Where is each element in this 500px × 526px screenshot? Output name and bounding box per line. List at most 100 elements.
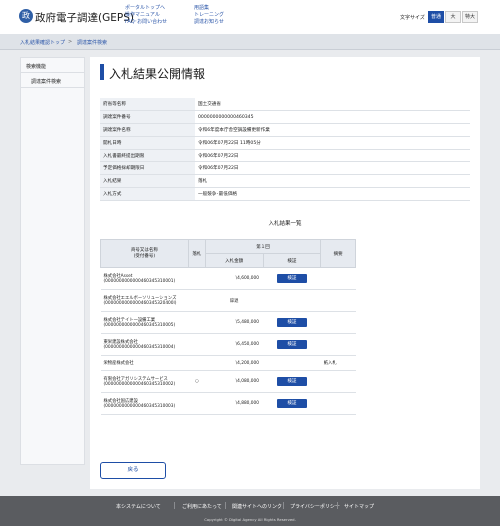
info-label: 入札書最終提出期限 bbox=[100, 149, 195, 163]
col-round: 第１回 bbox=[204, 239, 322, 254]
info-value: 国土交通省 bbox=[195, 98, 470, 112]
remarks-cell bbox=[320, 333, 356, 356]
receipt-number: (0000000000000460345310002) bbox=[103, 382, 176, 387]
footer-link-sitemap[interactable]: サイトマップ bbox=[344, 503, 374, 510]
footer-link-privacy[interactable]: プライバシーポリシー bbox=[290, 503, 340, 510]
verify-cell: 検証 bbox=[263, 311, 321, 334]
amount-cell: \4,200,000 bbox=[205, 355, 263, 371]
verify-button[interactable]: 検証 bbox=[276, 340, 307, 349]
main-content: 入札結果公開情報 府省等名称 国土交通省 調達案件番号 00000000000004… bbox=[90, 57, 480, 489]
company-cell: 東栄建設株式会社 (0000000000000460345310004) bbox=[100, 333, 189, 356]
amount-cell: \4,600,000 bbox=[205, 267, 263, 290]
results-title: 入札結果一覧 bbox=[268, 221, 302, 227]
footer-link-related[interactable]: 関連サイトへのリンク bbox=[232, 503, 282, 510]
sidebar: 検索機能 調達案件検索 bbox=[20, 57, 85, 465]
verify-cell: 検証 bbox=[263, 333, 321, 356]
font-size-label: 文字サイズ bbox=[400, 15, 425, 21]
amount-cell: \4,880,000 bbox=[205, 392, 263, 415]
col-amount: 入札金額 bbox=[204, 253, 264, 268]
breadcrumb: 入札結果確認トップ > 調達案件検索 bbox=[0, 34, 500, 50]
verify-button[interactable]: 検証 bbox=[276, 274, 307, 283]
table-row: 東栄建設株式会社 (0000000000000460345310004) \6,4… bbox=[100, 333, 356, 356]
verify-cell: 検証 bbox=[263, 267, 321, 290]
amount-cell: 辞退 bbox=[205, 289, 263, 312]
amount-cell: \4,080,000 bbox=[205, 370, 263, 393]
sidebar-heading: 検索機能 bbox=[21, 58, 84, 73]
info-label: 調達案件番号 bbox=[100, 110, 195, 125]
remarks-cell bbox=[320, 289, 356, 312]
info-label: 入札結果 bbox=[100, 174, 195, 189]
info-value: 令和06年07月22日 bbox=[195, 149, 470, 163]
header-links-2: 用語集 トレーニング 調達お知らせ bbox=[194, 5, 224, 26]
footer-separator bbox=[174, 502, 175, 509]
header-links-1: ポータルトップへ 操作マニュアル FAQ･お問い合わせ bbox=[125, 5, 167, 26]
manual-link[interactable]: 操作マニュアル bbox=[125, 12, 167, 19]
verify-button[interactable]: 検証 bbox=[276, 399, 307, 408]
info-row: 入札方式 一般競争･最低価格 bbox=[100, 187, 470, 201]
award-cell bbox=[188, 392, 206, 415]
info-row: 調達案件番号 0000000000000460345 bbox=[100, 110, 470, 125]
receipt-number: (0000000000000460345310004) bbox=[103, 345, 176, 350]
company-cell: 株式会社国広建設 (0000000000000460345310003) bbox=[100, 392, 189, 415]
breadcrumb-top-link[interactable]: 入札結果確認トップ bbox=[20, 39, 65, 46]
footer-link-usage[interactable]: ご利用にあたって bbox=[182, 503, 222, 510]
verify-button[interactable]: 検証 bbox=[276, 318, 307, 327]
table-row: 栄物産株式会社 \4,200,000 紙入札 bbox=[100, 355, 356, 371]
back-button[interactable]: 戻る bbox=[100, 462, 166, 479]
font-size-normal-button[interactable]: 普通 bbox=[428, 11, 444, 23]
verify-cell: 検証 bbox=[263, 392, 321, 415]
company-name: 栄物産株式会社 bbox=[103, 361, 134, 366]
info-value: 0000000000000460345 bbox=[195, 110, 470, 125]
info-label: 開札日時 bbox=[100, 136, 195, 150]
table-row: 株式会社テイト一設備工業 (0000000000000460345310005) … bbox=[100, 311, 356, 334]
remarks-cell bbox=[320, 370, 356, 393]
geps-logo-icon[interactable]: 政 bbox=[19, 9, 33, 23]
site-title[interactable]: 政府電子調達(GEPS) bbox=[35, 10, 134, 25]
training-link[interactable]: トレーニング bbox=[194, 12, 224, 19]
info-value: 令和6年度本庁舎空調設備更新作業 bbox=[195, 123, 470, 137]
award-cell bbox=[188, 355, 206, 371]
footer-link-about[interactable]: 本システムについて bbox=[116, 503, 161, 510]
info-row: 府省等名称 国土交通省 bbox=[100, 98, 470, 112]
info-value: 落札 bbox=[195, 174, 470, 189]
info-value: 令和06年07月22日 11時05分 bbox=[195, 136, 470, 150]
title-accent-bar bbox=[100, 64, 104, 80]
company-cell: 株式会社Asset (0000000000000460345310001) bbox=[100, 267, 189, 290]
table-row: 株式会社エエルボーソリューションズ (0000000000000460345320… bbox=[100, 289, 356, 312]
receipt-number: (0000000000000460345310001) bbox=[103, 279, 176, 284]
remarks-cell bbox=[320, 311, 356, 334]
site-footer: 本システムについて ご利用にあたって 関連サイトへのリンク プライバシーポリシー… bbox=[0, 496, 500, 526]
copyright: Copyright © Digital Agency All Rights Re… bbox=[204, 517, 296, 522]
receipt-number: (0000000000000460345320400l) bbox=[103, 301, 177, 306]
info-row: 入札結果 落札 bbox=[100, 174, 470, 189]
verify-cell bbox=[263, 289, 321, 312]
info-row: 入札書最終提出期限 令和06年07月22日 bbox=[100, 149, 470, 163]
info-label: 予定価格採却期限日 bbox=[100, 161, 195, 176]
table-row: 有限会社アガリシステムサービス (000000000000046034531000… bbox=[100, 370, 356, 393]
award-cell bbox=[188, 267, 206, 290]
col-company: 商号又は名称 (受付番号) bbox=[100, 239, 189, 268]
award-cell bbox=[188, 311, 206, 334]
portal-top-link[interactable]: ポータルトップへ bbox=[125, 5, 167, 12]
font-size-large-button[interactable]: 大 bbox=[445, 11, 461, 23]
sidebar-item-search[interactable]: 調達案件検索 bbox=[21, 73, 84, 88]
amount-cell: \6,450,000 bbox=[205, 333, 263, 356]
breadcrumb-search-link[interactable]: 調達案件検索 bbox=[77, 39, 107, 46]
notice-link[interactable]: 調達お知らせ bbox=[194, 19, 224, 26]
verify-cell: 検証 bbox=[263, 370, 321, 393]
glossary-link[interactable]: 用語集 bbox=[194, 5, 224, 12]
company-cell: 栄物産株式会社 bbox=[100, 355, 189, 371]
page-title: 入札結果公開情報 bbox=[109, 67, 206, 81]
company-cell: 株式会社エエルボーソリューションズ (0000000000000460345320… bbox=[100, 289, 189, 312]
table-row: 株式会社国広建設 (0000000000000460345310003) \4,8… bbox=[100, 392, 356, 415]
verify-button[interactable]: 検証 bbox=[276, 377, 307, 386]
amount-cell: \5,480,000 bbox=[205, 311, 263, 334]
col-verify: 検証 bbox=[262, 253, 322, 268]
faq-link[interactable]: FAQ･お問い合わせ bbox=[125, 19, 167, 26]
company-cell: 株式会社テイト一設備工業 (0000000000000460345310005) bbox=[100, 311, 189, 334]
remarks-cell: 紙入札 bbox=[320, 355, 356, 371]
table-row: 株式会社Asset (0000000000000460345310001) \4,… bbox=[100, 267, 356, 290]
footer-separator bbox=[283, 502, 284, 509]
company-cell: 有限会社アガリシステムサービス (000000000000046034531000… bbox=[100, 370, 189, 393]
font-size-xlarge-button[interactable]: 特大 bbox=[462, 11, 478, 23]
